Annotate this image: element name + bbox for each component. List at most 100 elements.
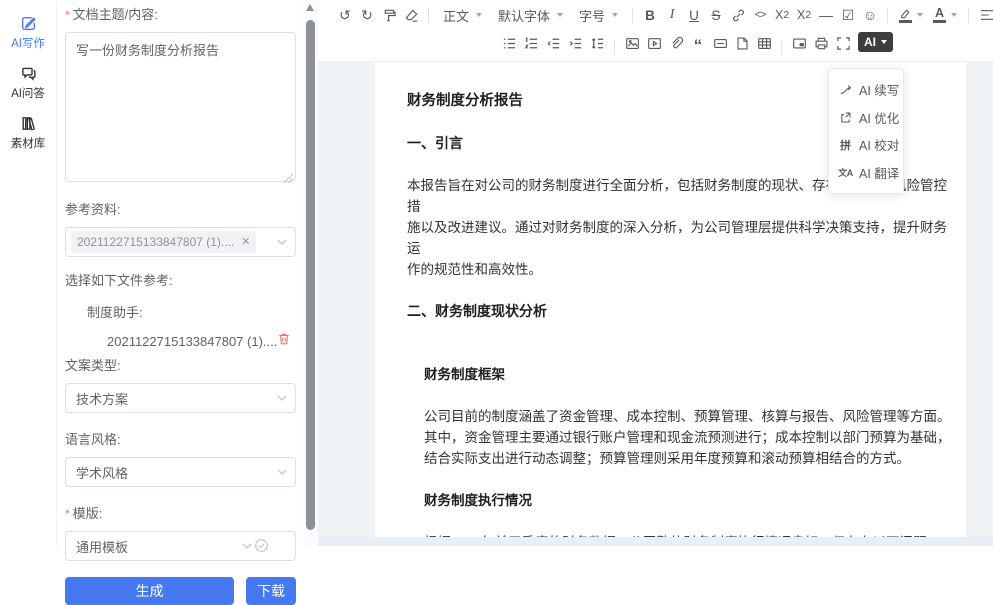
italic-button[interactable]: I	[662, 4, 683, 26]
format-painter-icon[interactable]	[379, 4, 400, 26]
chevron-down-icon	[557, 13, 563, 17]
template-label: *模版:	[65, 505, 296, 523]
sidebar-item-material-library[interactable]: 素材库	[0, 108, 56, 158]
resize-handle[interactable]	[284, 174, 293, 183]
font-color-icon: A	[933, 7, 946, 24]
selected-file-row: 2021122715133847807 (1)....	[65, 332, 296, 351]
unordered-list-icon[interactable]	[499, 32, 520, 54]
menu-item-ai-continue[interactable]: AI 续写	[829, 76, 903, 104]
line-height-icon[interactable]	[587, 32, 608, 54]
toolbar-divider	[632, 8, 633, 23]
reference-label: 参考资料:	[65, 201, 296, 219]
download-button[interactable]: 下载	[246, 577, 296, 605]
page-break-icon[interactable]	[732, 32, 753, 54]
strikethrough-button[interactable]: S	[706, 4, 727, 26]
insert-table-icon[interactable]	[754, 32, 775, 54]
outdent-icon[interactable]	[543, 32, 564, 54]
toolbar-row-2: “	[318, 30, 993, 62]
language-style-label: 语言风格:	[65, 431, 296, 449]
menu-item-ai-optimize[interactable]: AI 优化	[829, 104, 903, 132]
toolbar-divider	[781, 40, 782, 55]
font-size-select[interactable]: 字号	[571, 4, 626, 26]
attachment-icon[interactable]	[666, 32, 687, 54]
chevron-down-icon	[881, 40, 887, 44]
redo-icon[interactable]: ↻	[357, 4, 378, 26]
selected-file-name: 2021122715133847807 (1)....	[65, 334, 277, 349]
app-window: AI写作 AI问答 素材库 *文档主题/内容: 写一份财务制度分析报告 参考资料…	[0, 0, 993, 546]
doc-paragraph: 根据2023年前三季度的财务数据，公司整体财务制度执行情况良好，但存在以下问题：	[424, 532, 956, 537]
doc-subheading-execution: 财务制度执行情况	[424, 490, 956, 511]
doc-heading-status: 二、财务制度现状分析	[407, 301, 956, 322]
toolbar-divider	[428, 8, 429, 23]
link-icon[interactable]	[728, 4, 749, 26]
toolbar-row-1: ↺ ↻ 正文 默认字体 字号 B	[318, 0, 993, 30]
undo-icon[interactable]: ↺	[335, 4, 356, 26]
menu-item-ai-proofread[interactable]: 拼 AI 校对	[829, 131, 903, 159]
align-left-icon	[980, 9, 993, 21]
blockquote-icon[interactable]: “	[688, 32, 709, 54]
sidebar-item-label: 素材库	[11, 135, 46, 151]
sidebar-item-label: AI写作	[11, 35, 45, 51]
subscript-icon[interactable]: X2	[772, 4, 793, 26]
library-books-icon	[20, 115, 37, 132]
superscript-icon[interactable]: X2	[794, 4, 815, 26]
required-asterisk: *	[65, 507, 70, 521]
highlight-color-select[interactable]	[894, 4, 928, 26]
sidebar-item-label: AI问答	[11, 85, 45, 101]
preview-pane-icon[interactable]	[789, 32, 810, 54]
chevron-down-icon	[242, 543, 251, 549]
sidebar-item-ai-qa[interactable]: AI问答	[0, 58, 56, 108]
doc-type-select[interactable]: 技术方案	[65, 383, 296, 413]
ai-tools-button[interactable]: AI	[858, 32, 893, 52]
doc-type-label: 文案类型:	[65, 357, 296, 375]
remove-tag-icon[interactable]: ✕	[241, 237, 250, 248]
translate-icon: 文A	[838, 166, 853, 179]
ordered-list-icon[interactable]	[521, 32, 542, 54]
paragraph-style-select[interactable]: 正文	[435, 4, 490, 26]
chevron-down-icon	[476, 13, 482, 17]
toolbar-divider	[887, 8, 888, 23]
reference-select[interactable]: 2021122715133847807 (1).... ✕	[65, 227, 296, 257]
bottom-strip	[318, 537, 993, 546]
template-valid-icon	[254, 538, 269, 556]
doc-pen-icon	[20, 15, 37, 32]
generate-button[interactable]: 生成	[65, 577, 234, 605]
continue-writing-icon	[838, 83, 853, 96]
horizontal-rule-icon[interactable]: —	[816, 4, 837, 26]
nav-sidebar: AI写作 AI问答 素材库	[0, 0, 57, 546]
file-group-label: 制度助手:	[65, 302, 296, 321]
language-style-select[interactable]: 学术风格	[65, 457, 296, 487]
chevron-down-icon	[951, 13, 957, 17]
task-checkbox-icon[interactable]: ☑	[838, 4, 859, 26]
template-select[interactable]: 通用模板	[65, 531, 296, 561]
divider-block-icon[interactable]	[710, 32, 731, 54]
underline-button[interactable]: U	[684, 4, 705, 26]
file-section-label: 选择如下文件参考:	[65, 272, 296, 290]
toolbar-divider	[968, 8, 969, 23]
indent-icon[interactable]	[565, 32, 586, 54]
font-color-select[interactable]: A	[928, 4, 962, 26]
toolbar-divider	[614, 40, 615, 55]
sidebar-item-ai-write[interactable]: AI写作	[0, 8, 56, 58]
reference-file-tag: 2021122715133847807 (1).... ✕	[71, 231, 256, 253]
bold-button[interactable]: B	[640, 4, 661, 26]
alignment-select[interactable]	[975, 4, 993, 26]
code-icon[interactable]: <>	[750, 4, 771, 26]
menu-item-ai-translate[interactable]: 文A AI 翻译	[829, 159, 903, 187]
print-icon[interactable]	[811, 32, 832, 54]
insert-video-icon[interactable]	[644, 32, 665, 54]
emoji-icon[interactable]: ☺	[860, 4, 881, 26]
doc-subheading-framework: 财务制度框架	[424, 364, 956, 385]
clear-format-icon[interactable]	[401, 4, 422, 26]
fullscreen-icon[interactable]	[833, 32, 854, 54]
font-family-select[interactable]: 默认字体	[490, 4, 571, 26]
scroll-up-arrow[interactable]	[306, 4, 314, 11]
insert-image-icon[interactable]	[622, 32, 643, 54]
scrollbar-thumb[interactable]	[306, 20, 315, 530]
delete-file-icon[interactable]	[277, 332, 291, 351]
writing-form-panel: *文档主题/内容: 写一份财务制度分析报告 参考资料: 202112271513…	[57, 0, 303, 546]
highlight-pen-icon	[899, 8, 912, 23]
panel-scrollbar[interactable]	[303, 0, 318, 546]
topic-input[interactable]: 写一份财务制度分析报告	[65, 32, 296, 182]
chevron-down-icon	[277, 239, 286, 245]
